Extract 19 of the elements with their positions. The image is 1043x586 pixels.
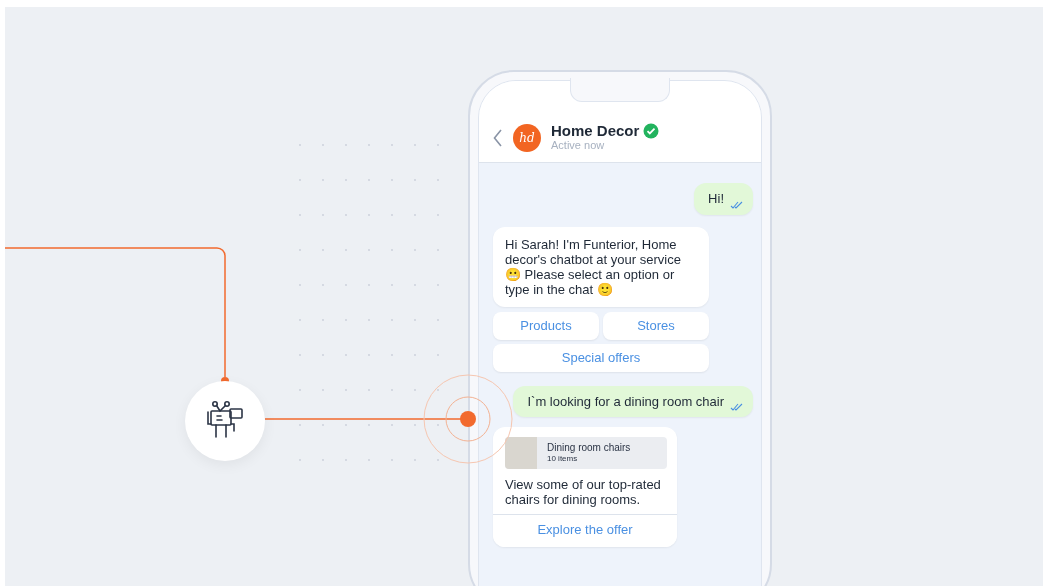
product-title: Dining room chairs [547,442,631,454]
robot-icon [206,401,244,441]
card-text: View some of our top-rated chairs for dining rooms. [504,476,662,509]
product-summary[interactable]: Dining room chairs 10 items [505,437,667,469]
read-ticks-icon [730,403,743,411]
avatar-logo: hd [513,123,541,152]
quick-reply-button[interactable]: Special offers [493,343,709,372]
incoming-message: Hi Sarah! I'm Funterior, Home decor's chatbot at your service 😬 Please select an option or type in the chat 🙂 [493,226,709,307]
contact-name: Home Decor [551,122,640,140]
read-ticks-icon [730,200,743,209]
message-text: I`m looking for a dining room chair [527,392,724,411]
back-icon[interactable] [493,128,503,147]
quick-reply-button[interactable]: Products [493,311,599,340]
contact-status: Active now [551,139,606,153]
quick-reply-button[interactable]: Stores [603,311,709,340]
explore-offer-link[interactable]: Explore the offer [493,514,677,547]
product-count: 10 items [547,454,579,464]
message-text: Hi! [708,190,724,208]
chair-photo-placeholder [505,437,537,469]
